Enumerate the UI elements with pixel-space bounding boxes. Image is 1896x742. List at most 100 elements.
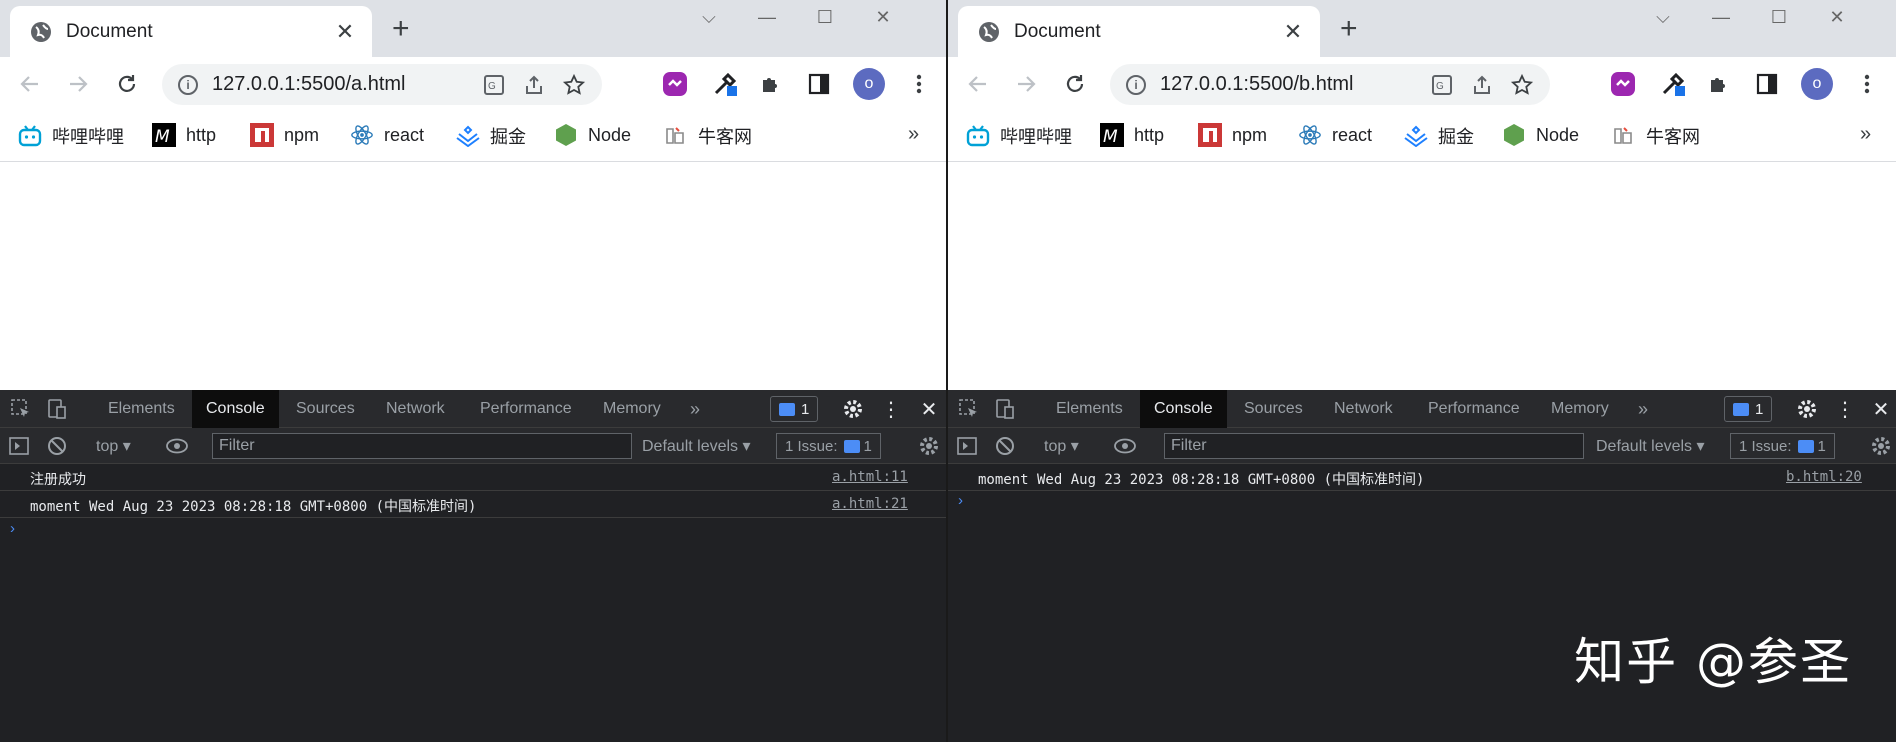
back-icon[interactable] xyxy=(16,70,44,98)
tab-elements[interactable]: Elements xyxy=(1056,390,1123,428)
bookmarks-overflow-icon[interactable]: » xyxy=(908,123,919,146)
translate-icon[interactable]: G xyxy=(482,73,506,97)
sidebar-toggle-icon[interactable] xyxy=(8,435,30,457)
bookmark-react[interactable]: react xyxy=(1298,123,1372,147)
bookmark-nowcoder[interactable]: 牛客网 xyxy=(664,123,752,149)
device-toolbar-icon[interactable] xyxy=(994,398,1016,420)
clear-console-icon[interactable] xyxy=(994,435,1016,457)
bookmark-node[interactable]: Node xyxy=(554,123,631,147)
inspect-element-icon[interactable] xyxy=(10,398,32,420)
inspect-element-icon[interactable] xyxy=(958,398,980,420)
back-icon[interactable] xyxy=(964,70,992,98)
tab-document[interactable]: Document ✕ xyxy=(10,6,372,57)
context-selector[interactable]: top ▾ xyxy=(96,436,131,456)
eyedropper-extension-icon[interactable] xyxy=(1660,71,1686,97)
issues-counter[interactable]: 1 Issue: 1 xyxy=(776,433,881,459)
close-window-icon[interactable]: ✕ xyxy=(1808,4,1866,30)
eye-icon[interactable] xyxy=(166,435,188,457)
bookmark-bilibili[interactable]: 哔哩哔哩 xyxy=(966,123,1072,149)
close-window-icon[interactable]: ✕ xyxy=(854,4,912,30)
console-prompt-icon[interactable]: › xyxy=(958,492,963,509)
minimize-icon[interactable]: — xyxy=(1692,4,1750,30)
log-levels-dropdown[interactable]: Default levels ▾ xyxy=(1596,436,1705,456)
sidebar-toggle-icon[interactable] xyxy=(956,435,978,457)
tab-console[interactable]: Console xyxy=(192,390,279,428)
forward-icon[interactable] xyxy=(1012,70,1040,98)
bookmarks-overflow-icon[interactable]: » xyxy=(1860,123,1871,146)
console-settings-icon[interactable] xyxy=(1870,435,1892,457)
bookmark-node[interactable]: Node xyxy=(1502,123,1579,147)
tab-network[interactable]: Network xyxy=(386,390,445,428)
log-source-link[interactable]: b.html:20 xyxy=(1786,469,1862,485)
tab-network[interactable]: Network xyxy=(1334,390,1393,428)
extension-purple-icon[interactable] xyxy=(1610,71,1636,97)
side-panel-icon[interactable] xyxy=(1754,71,1780,97)
log-levels-dropdown[interactable]: Default levels ▾ xyxy=(642,436,751,456)
tab-memory[interactable]: Memory xyxy=(1551,390,1609,428)
close-devtools-icon[interactable]: ✕ xyxy=(918,398,940,421)
more-tabs-icon[interactable]: » xyxy=(1638,390,1648,428)
tab-performance[interactable]: Performance xyxy=(1428,390,1520,428)
log-source-link[interactable]: a.html:11 xyxy=(832,469,908,485)
share-icon[interactable] xyxy=(1470,73,1494,97)
star-icon[interactable] xyxy=(1510,73,1534,97)
more-options-icon[interactable]: ⋮ xyxy=(1834,398,1856,421)
reload-icon[interactable] xyxy=(113,70,141,98)
minimize-icon[interactable]: — xyxy=(738,4,796,30)
chevron-down-icon[interactable]: ⌵ xyxy=(1634,4,1692,30)
tab-document[interactable]: Document ✕ xyxy=(958,6,1320,57)
tab-sources[interactable]: Sources xyxy=(296,390,355,428)
settings-gear-icon[interactable] xyxy=(842,398,864,420)
tab-memory[interactable]: Memory xyxy=(603,390,661,428)
log-source-link[interactable]: a.html:21 xyxy=(832,496,908,512)
console-settings-icon[interactable] xyxy=(918,435,940,457)
bookmark-npm[interactable]: npm xyxy=(1198,123,1267,147)
close-tab-icon[interactable]: ✕ xyxy=(332,19,358,45)
bookmark-http[interactable]: M http xyxy=(152,123,216,147)
more-tabs-icon[interactable]: » xyxy=(690,390,700,428)
extension-purple-icon[interactable] xyxy=(662,71,688,97)
side-panel-icon[interactable] xyxy=(806,71,832,97)
bookmark-react[interactable]: react xyxy=(350,123,424,147)
translate-icon[interactable]: G xyxy=(1430,73,1454,97)
forward-icon[interactable] xyxy=(64,70,92,98)
bookmark-juejin[interactable]: 掘金 xyxy=(1404,123,1474,149)
chevron-down-icon[interactable]: ⌵ xyxy=(680,4,738,30)
issues-counter[interactable]: 1 Issue: 1 xyxy=(1730,433,1835,459)
device-toolbar-icon[interactable] xyxy=(46,398,68,420)
clear-console-icon[interactable] xyxy=(46,435,68,457)
more-options-icon[interactable]: ⋮ xyxy=(880,398,902,421)
tab-sources[interactable]: Sources xyxy=(1244,390,1303,428)
info-icon[interactable]: i xyxy=(178,74,198,95)
address-bar[interactable]: i 127.0.0.1:5500/a.html G xyxy=(162,64,602,105)
tab-performance[interactable]: Performance xyxy=(480,390,572,428)
maximize-icon[interactable]: ☐ xyxy=(796,4,854,30)
bookmark-nowcoder[interactable]: 牛客网 xyxy=(1612,123,1700,149)
address-bar[interactable]: i 127.0.0.1:5500/b.html G xyxy=(1110,64,1550,105)
reload-icon[interactable] xyxy=(1061,70,1089,98)
messages-badge[interactable]: 1 xyxy=(1724,396,1773,422)
tab-console[interactable]: Console xyxy=(1140,390,1227,428)
star-icon[interactable] xyxy=(562,73,586,97)
tab-elements[interactable]: Elements xyxy=(108,390,175,428)
extensions-puzzle-icon[interactable] xyxy=(1706,71,1732,97)
context-selector[interactable]: top ▾ xyxy=(1044,436,1079,456)
extensions-puzzle-icon[interactable] xyxy=(758,71,784,97)
maximize-icon[interactable]: ☐ xyxy=(1750,4,1808,30)
close-tab-icon[interactable]: ✕ xyxy=(1280,19,1306,45)
eye-icon[interactable] xyxy=(1114,435,1136,457)
menu-dots-icon[interactable] xyxy=(1854,71,1880,97)
bookmark-npm[interactable]: npm xyxy=(250,123,319,147)
info-icon[interactable]: i xyxy=(1126,74,1146,95)
bookmark-bilibili[interactable]: 哔哩哔哩 xyxy=(18,123,124,149)
messages-badge[interactable]: 1 xyxy=(770,396,819,422)
bookmark-http[interactable]: M http xyxy=(1100,123,1164,147)
settings-gear-icon[interactable] xyxy=(1796,398,1818,420)
close-devtools-icon[interactable]: ✕ xyxy=(1870,398,1892,421)
new-tab-icon[interactable]: + xyxy=(392,14,410,44)
filter-input[interactable]: Filter xyxy=(212,433,632,459)
new-tab-icon[interactable]: + xyxy=(1340,14,1358,44)
console-prompt-icon[interactable]: › xyxy=(10,520,15,537)
menu-dots-icon[interactable] xyxy=(906,71,932,97)
share-icon[interactable] xyxy=(522,73,546,97)
